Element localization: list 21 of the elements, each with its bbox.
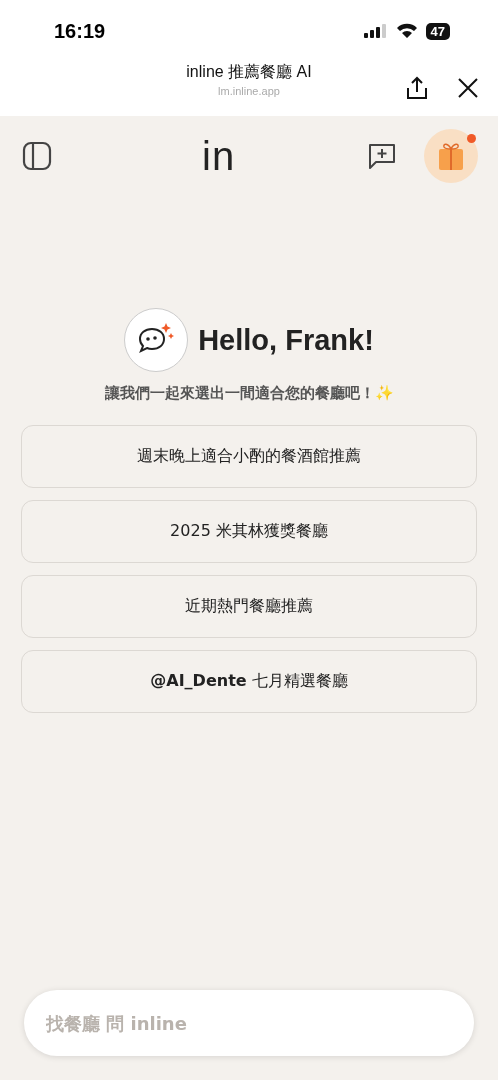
search-input[interactable]: 找餐廳 問 inline [44,1011,454,1035]
greeting-subtitle: 讓我們一起來選出一間適合您的餐廳吧！✨ [104,384,394,403]
gift-button[interactable] [424,129,478,183]
close-icon[interactable] [458,78,478,98]
wifi-icon [395,23,418,39]
suggestion-button[interactable]: 週末晚上適合小酌的餐酒館推薦 [21,425,477,488]
new-chat-icon[interactable] [367,142,397,170]
share-icon[interactable] [406,76,428,100]
app-logo: in [202,136,236,176]
greeting-title: Hello, Frank! [198,323,374,357]
status-time: 16:19 [54,19,106,43]
search-field[interactable]: 找餐廳 問 inline [24,990,474,1056]
page-url: lm.inline.app [218,85,280,97]
sidebar-icon[interactable] [22,141,52,171]
battery-indicator: 47 [425,22,450,40]
page-title: inline 推薦餐廳 AI [186,62,312,82]
suggestion-button[interactable]: 2025 米其林獲獎餐廳 [21,500,477,563]
signal-icon [363,24,388,38]
gift-icon [437,141,465,171]
suggestion-button[interactable]: @AI_Dente 七月精選餐廳 [21,650,477,713]
suggestion-button[interactable]: 近期熱門餐廳推薦 [21,575,477,638]
